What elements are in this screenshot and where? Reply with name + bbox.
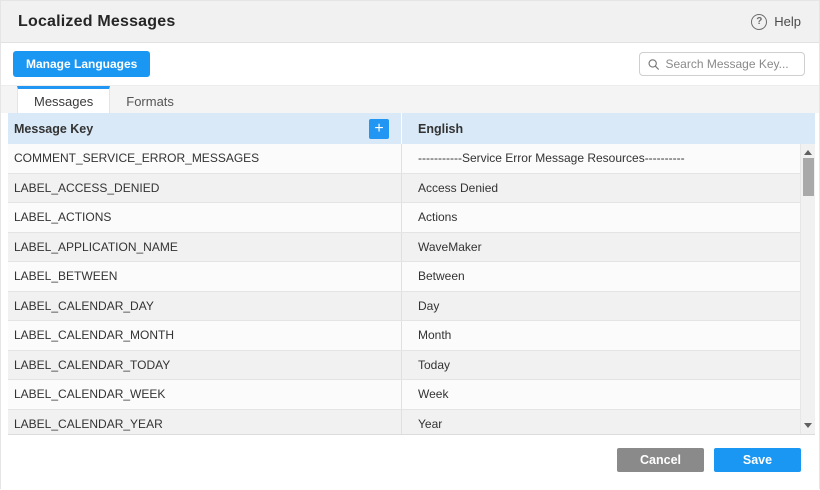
search-input[interactable] — [665, 57, 796, 71]
message-key-header-label: Message Key — [14, 122, 93, 136]
table-body: COMMENT_SERVICE_ERROR_MESSAGES ---------… — [8, 144, 815, 435]
dialog-footer: Cancel Save — [1, 435, 819, 490]
scrollbar-thumb[interactable] — [803, 158, 814, 196]
message-key-cell[interactable]: LABEL_CALENDAR_YEAR — [8, 410, 402, 436]
english-value-cell[interactable]: Today — [402, 351, 815, 380]
message-key-cell[interactable]: LABEL_CALENDAR_WEEK — [8, 380, 402, 409]
message-key-cell[interactable]: LABEL_BETWEEN — [8, 262, 402, 291]
english-value-cell[interactable]: -----------Service Error Message Resourc… — [402, 144, 815, 173]
scroll-down-icon[interactable] — [804, 423, 812, 428]
search-box[interactable] — [639, 52, 805, 76]
table-row[interactable]: LABEL_BETWEEN Between — [8, 262, 815, 292]
page-title: Localized Messages — [18, 13, 175, 31]
help-button[interactable]: ? Help — [751, 14, 801, 30]
english-value-cell[interactable]: Month — [402, 321, 815, 350]
english-value-cell[interactable]: Day — [402, 292, 815, 321]
manage-languages-button[interactable]: Manage Languages — [13, 51, 150, 77]
scroll-up-icon[interactable] — [804, 150, 812, 155]
vertical-scrollbar[interactable] — [800, 144, 815, 434]
english-value-cell[interactable]: WaveMaker — [402, 233, 815, 262]
table-row[interactable]: LABEL_ACTIONS Actions — [8, 203, 815, 233]
english-header-label: English — [418, 122, 463, 136]
column-header-english: English — [402, 113, 815, 144]
table-row[interactable]: LABEL_CALENDAR_TODAY Today — [8, 351, 815, 381]
message-key-cell[interactable]: COMMENT_SERVICE_ERROR_MESSAGES — [8, 144, 402, 173]
tab-formats[interactable]: Formats — [110, 86, 190, 113]
toolbar: Manage Languages — [1, 43, 819, 85]
table-row[interactable]: LABEL_APPLICATION_NAME WaveMaker — [8, 233, 815, 263]
cancel-button[interactable]: Cancel — [617, 448, 704, 472]
english-value-cell[interactable]: Week — [402, 380, 815, 409]
table-header-row: Message Key + English — [8, 113, 815, 144]
messages-table: Message Key + English COMMENT_SERVICE_ER… — [8, 113, 815, 435]
english-value-cell[interactable]: Access Denied — [402, 174, 815, 203]
message-key-cell[interactable]: LABEL_CALENDAR_MONTH — [8, 321, 402, 350]
table-row[interactable]: LABEL_CALENDAR_DAY Day — [8, 292, 815, 322]
message-key-cell[interactable]: LABEL_ACTIONS — [8, 203, 402, 232]
table-row[interactable]: LABEL_CALENDAR_YEAR Year — [8, 410, 815, 436]
english-value-cell[interactable]: Actions — [402, 203, 815, 232]
message-key-cell[interactable]: LABEL_ACCESS_DENIED — [8, 174, 402, 203]
tab-messages[interactable]: Messages — [17, 86, 110, 113]
english-value-cell[interactable]: Year — [402, 410, 815, 436]
message-key-cell[interactable]: LABEL_CALENDAR_DAY — [8, 292, 402, 321]
english-value-cell[interactable]: Between — [402, 262, 815, 291]
table-row[interactable]: LABEL_CALENDAR_MONTH Month — [8, 321, 815, 351]
help-question-icon: ? — [751, 14, 767, 30]
table-row[interactable]: COMMENT_SERVICE_ERROR_MESSAGES ---------… — [8, 144, 815, 174]
message-key-cell[interactable]: LABEL_APPLICATION_NAME — [8, 233, 402, 262]
table-row[interactable]: LABEL_CALENDAR_WEEK Week — [8, 380, 815, 410]
message-key-cell[interactable]: LABEL_CALENDAR_TODAY — [8, 351, 402, 380]
table-row[interactable]: LABEL_ACCESS_DENIED Access Denied — [8, 174, 815, 204]
add-message-key-button[interactable]: + — [369, 119, 389, 139]
dialog-titlebar: Localized Messages ? Help — [1, 1, 819, 43]
tab-strip: Messages Formats — [1, 85, 819, 113]
search-icon — [648, 58, 659, 71]
save-button[interactable]: Save — [714, 448, 801, 472]
help-label: Help — [774, 14, 801, 29]
column-header-message-key: Message Key + — [8, 113, 402, 144]
